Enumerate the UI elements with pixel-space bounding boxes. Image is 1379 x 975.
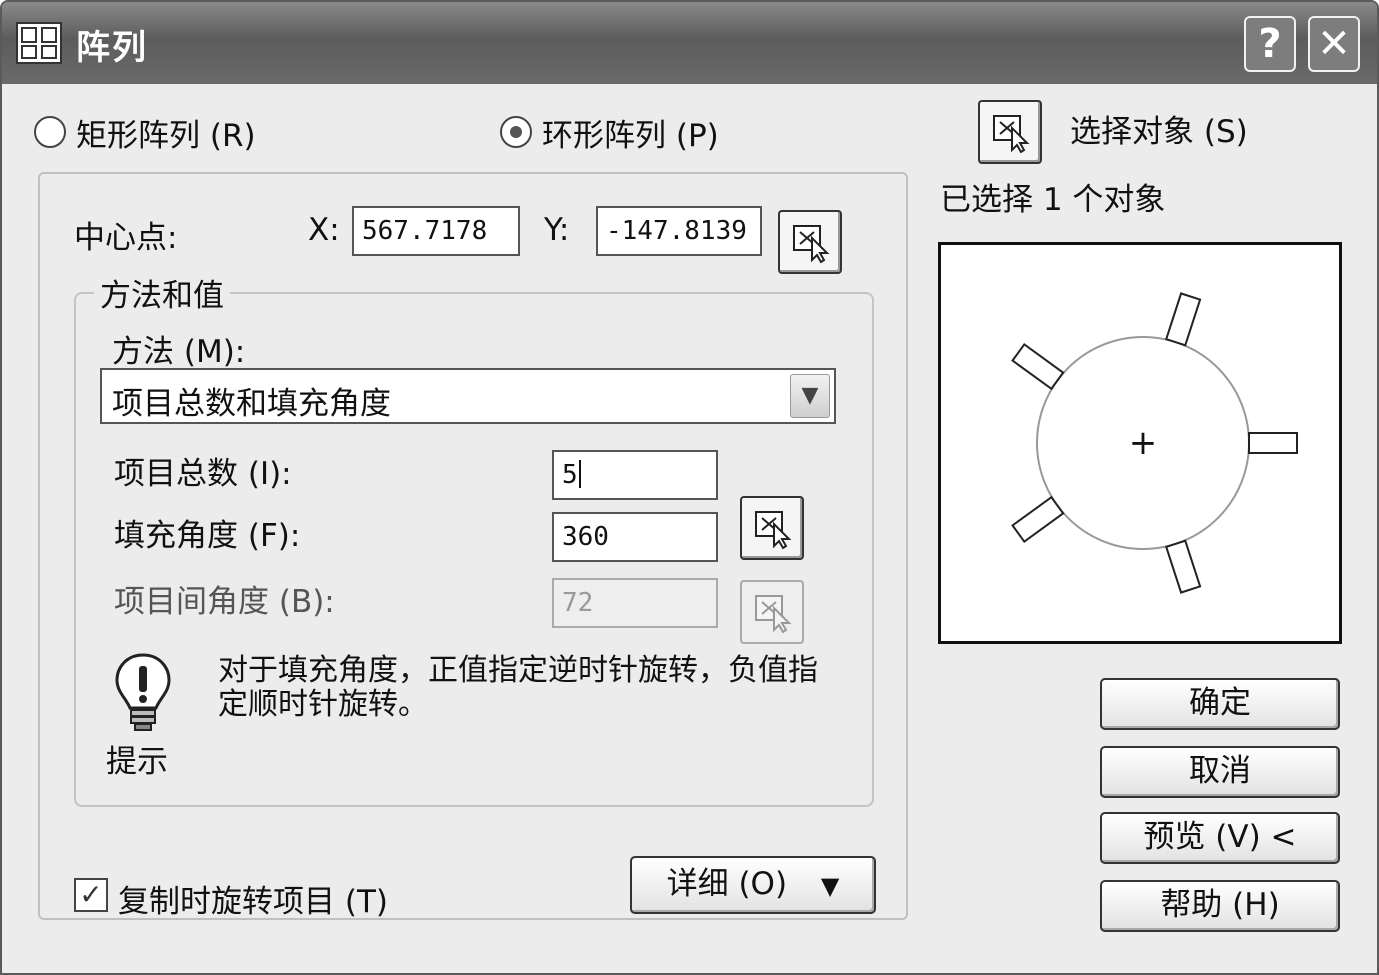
text-caret — [578, 460, 581, 488]
tip-label: 提示 — [106, 744, 168, 780]
method-select[interactable]: 项目总数和填充角度 ▼ — [100, 368, 836, 424]
chevron-down-icon: ▼ — [820, 872, 840, 900]
method-values-title: 方法和值 — [94, 270, 230, 315]
pick-point-icon — [755, 595, 792, 634]
center-y-label: Y: — [544, 212, 570, 248]
center-x-label: X: — [308, 212, 340, 248]
lightbulb-icon — [115, 653, 171, 731]
fill-angle-input[interactable]: 360 — [552, 512, 718, 562]
rotate-items-checkbox[interactable]: ✓ — [74, 878, 108, 912]
array-item — [1164, 292, 1202, 347]
tip-text: 对于填充角度，正值指定逆时针旋转，负值指定顺时针旋转。 — [218, 653, 818, 722]
array-preview-diagram: + — [1011, 292, 1298, 594]
pick-fill-angle-button[interactable] — [740, 496, 804, 560]
help-button[interactable]: 帮助 (H) — [1100, 880, 1340, 932]
method-label: 方法 (M): — [112, 334, 246, 370]
select-objects-button[interactable] — [978, 100, 1042, 164]
pick-center-point-button[interactable] — [778, 210, 842, 274]
array-item — [1011, 342, 1065, 391]
method-select-value: 项目总数和填充角度 — [112, 386, 391, 422]
dialog-title: 阵列 — [76, 28, 148, 68]
fill-angle-label: 填充角度 (F): — [114, 518, 301, 554]
cancel-button[interactable]: 取消 — [1100, 746, 1340, 798]
total-items-input[interactable]: 5 — [552, 450, 718, 500]
selection-status: 已选择 1 个对象 — [940, 182, 1166, 218]
polar-array-radio[interactable]: 环形阵列 (P) — [500, 110, 719, 154]
total-items-value: 5 — [562, 460, 578, 490]
pick-point-icon — [755, 511, 792, 550]
rectangular-array-radio[interactable]: 矩形阵列 (R) — [34, 110, 256, 154]
help-title-button[interactable]: ? — [1244, 16, 1296, 72]
preview-button[interactable]: 预览 (V) < — [1100, 812, 1340, 864]
center-point-label: 中心点: — [74, 220, 178, 256]
array-dialog: 阵列 ? ✕ 矩形阵列 (R) 环形阵列 (P) 选择对象 (S) 已选择 1 … — [0, 0, 1379, 975]
close-button[interactable]: ✕ — [1308, 16, 1360, 72]
angle-between-input: 72 — [552, 578, 718, 628]
details-button[interactable]: 详细 (O) ▼ — [630, 856, 876, 914]
center-mark: + — [1129, 423, 1158, 463]
array-item — [1248, 432, 1298, 454]
center-y-input[interactable]: -147.8139 — [596, 206, 762, 256]
pick-point-icon — [993, 115, 1030, 154]
chevron-down-icon[interactable]: ▼ — [790, 374, 830, 418]
rectangular-array-label: 矩形阵列 (R) — [76, 117, 256, 154]
radio-circle-selected[interactable] — [500, 116, 532, 148]
ok-button[interactable]: 确定 — [1100, 678, 1340, 730]
pick-angle-between-button — [740, 580, 804, 644]
array-app-icon — [16, 22, 62, 64]
total-items-label: 项目总数 (I): — [114, 456, 292, 492]
array-item — [1164, 539, 1202, 594]
pick-point-icon — [793, 225, 830, 264]
array-preview-panel: + — [938, 242, 1342, 644]
angle-between-label: 项目间角度 (B): — [114, 584, 335, 620]
title-bar[interactable]: 阵列 ? ✕ — [2, 2, 1377, 84]
array-item — [1011, 495, 1065, 544]
polar-array-label: 环形阵列 (P) — [542, 117, 719, 154]
rotate-items-label: 复制时旋转项目 (T) — [118, 884, 388, 920]
center-x-input[interactable]: 567.7178 — [352, 206, 520, 256]
select-objects-label: 选择对象 (S) — [1070, 114, 1248, 150]
details-button-label: 详细 (O) — [666, 866, 788, 902]
radio-circle[interactable] — [34, 116, 66, 148]
